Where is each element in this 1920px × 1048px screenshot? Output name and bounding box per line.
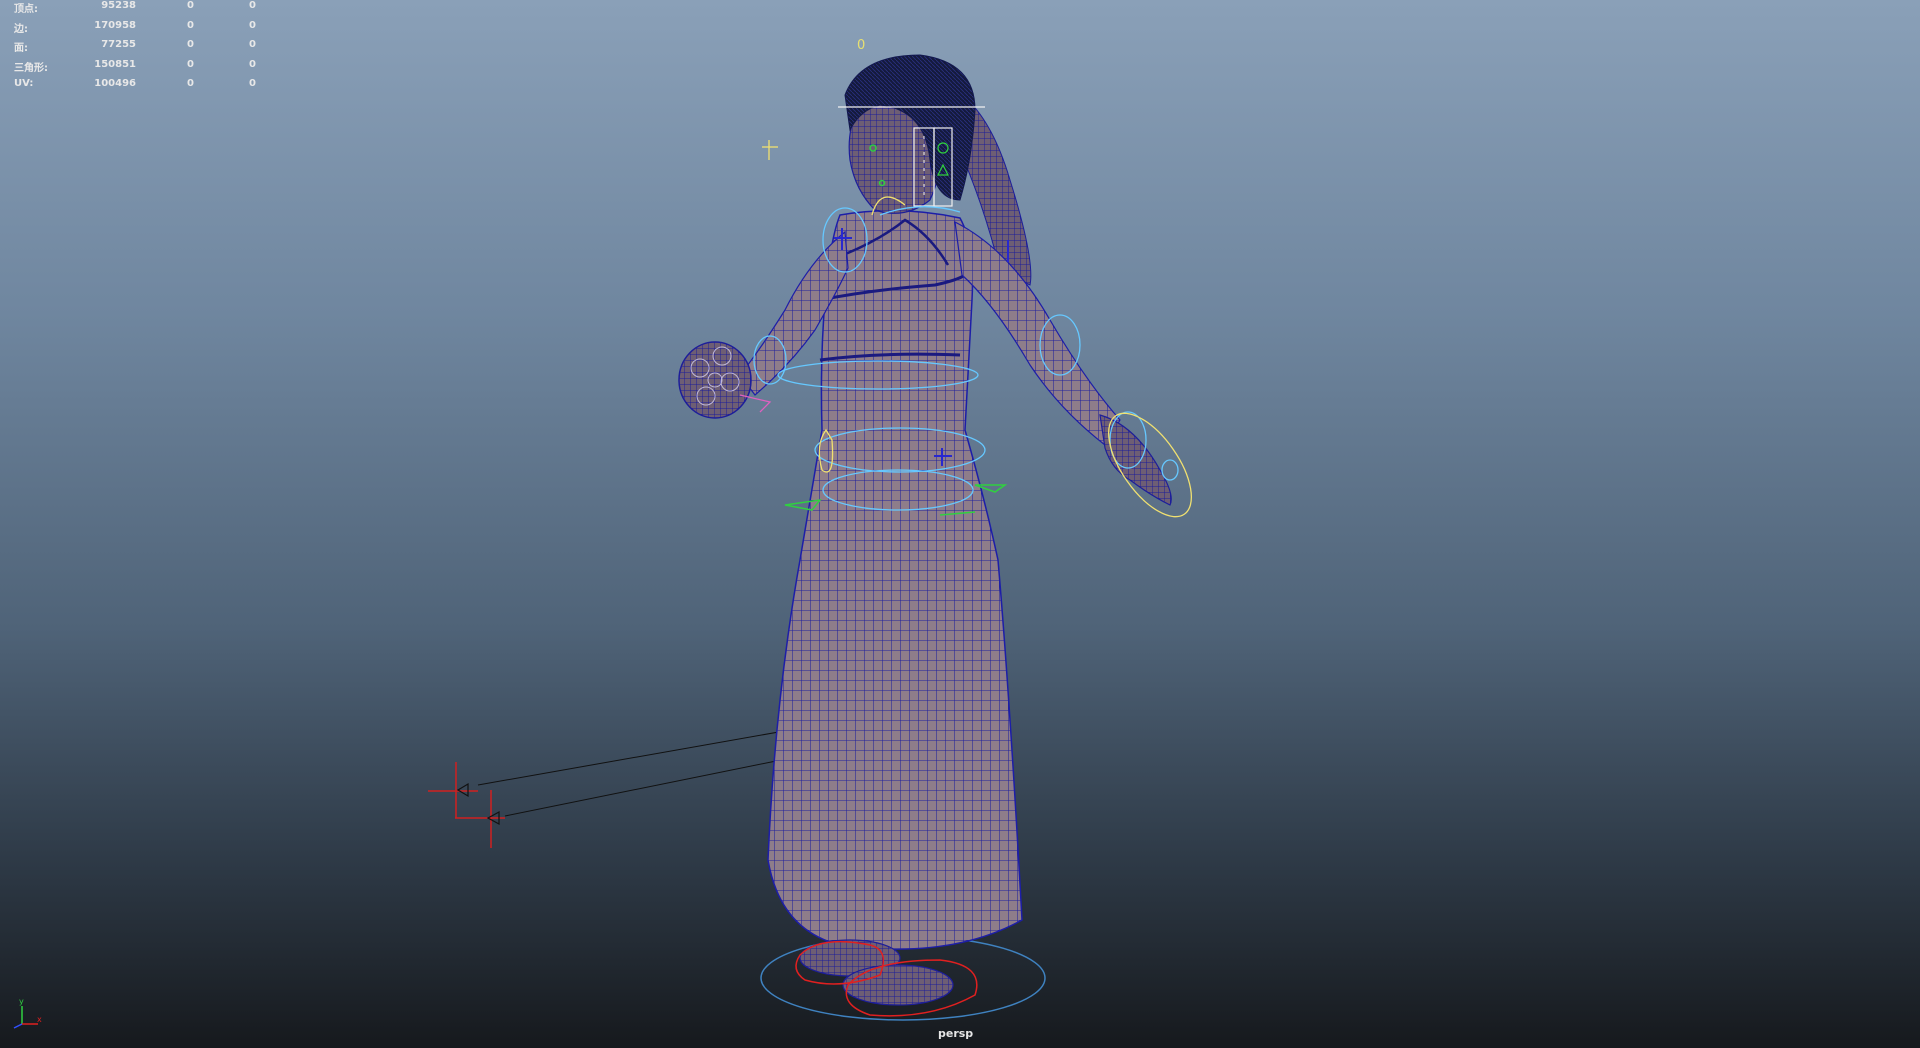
view-axis-gizmo: y x [13,997,42,1029]
frame-marker: 0 [857,38,866,53]
axis-x-label: x [37,1015,42,1024]
camera-name-label: persp [938,1027,974,1040]
maya-perspective-viewport[interactable]: 顶点: 95238 0 0 边: 170958 0 0 面: 77255 0 0… [0,0,1920,1048]
axis-y-label: y [19,997,24,1006]
shoes-mesh[interactable] [799,939,954,1006]
scene-canvas[interactable] [0,0,1920,1048]
bouquet-mesh[interactable] [678,341,752,419]
right-arm-mesh[interactable] [954,220,1121,446]
